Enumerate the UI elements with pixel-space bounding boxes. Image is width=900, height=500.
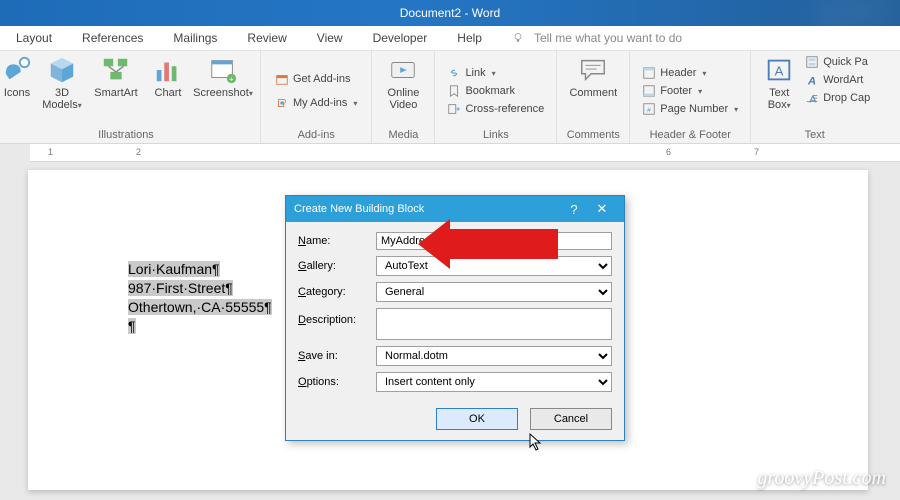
gallery-select[interactable]: AutoText	[376, 256, 612, 276]
create-building-block-dialog: Create New Building Block ? ✕ Name: Gall…	[285, 195, 625, 441]
description-input[interactable]	[376, 308, 612, 340]
chart-button[interactable]: Chart	[148, 55, 188, 99]
bookmark-button[interactable]: Bookmark	[447, 84, 515, 98]
ribbon: Icons 3D Models▾ SmartArt Chart + Screen…	[0, 50, 900, 144]
my-addins-button[interactable]: My Add-ins▾	[275, 96, 357, 110]
dialog-title: Create New Building Block	[294, 203, 560, 215]
savein-label: Save in:	[298, 350, 376, 362]
category-label: Category:	[298, 286, 376, 298]
group-media: Online Video Media	[372, 51, 435, 143]
cube-icon	[47, 55, 77, 85]
screenshot-icon: +	[208, 55, 238, 85]
titlebar-decoration	[720, 0, 900, 26]
tab-view[interactable]: View	[311, 27, 349, 49]
group-text: A Text Box▾ Quick Pa A WordArt A Drop Ca…	[751, 51, 878, 143]
group-links: Link▾ Bookmark Cross-reference Links	[435, 51, 557, 143]
options-select[interactable]: Insert content only	[376, 372, 612, 392]
description-label: Description:	[298, 308, 376, 326]
window-title: Document2 - Word	[400, 6, 500, 20]
group-comments: Comment Comments	[557, 51, 630, 143]
header-button[interactable]: Header▾	[642, 66, 706, 80]
savein-select[interactable]: Normal.dotm	[376, 346, 612, 366]
crossref-icon	[447, 102, 461, 116]
online-video-button[interactable]: Online Video	[380, 55, 426, 111]
dialog-titlebar[interactable]: Create New Building Block ? ✕	[286, 196, 624, 222]
group-header-footer: Header▾ Footer▾ # Page Number▾ Header & …	[630, 51, 751, 143]
svg-text:A: A	[775, 64, 784, 79]
quickparts-icon	[805, 55, 819, 69]
page-number-button[interactable]: # Page Number▾	[642, 102, 738, 116]
dropcap-button[interactable]: A Drop Cap	[805, 91, 870, 105]
icons-icon	[2, 55, 32, 85]
tab-help[interactable]: Help	[451, 27, 488, 49]
video-icon	[388, 55, 418, 85]
footer-button[interactable]: Footer▾	[642, 84, 702, 98]
icons-button[interactable]: Icons	[0, 55, 34, 99]
name-label: Name:	[298, 235, 376, 247]
header-icon	[642, 66, 656, 80]
svg-text:#: #	[647, 108, 651, 115]
pagenum-icon: #	[642, 102, 656, 116]
chart-icon	[153, 55, 183, 85]
name-input[interactable]	[376, 232, 612, 250]
get-addins-button[interactable]: Get Add-ins	[275, 72, 350, 86]
ok-button[interactable]: OK	[436, 408, 518, 430]
tell-me-search[interactable]: Tell me what you want to do	[506, 23, 694, 53]
lightbulb-icon	[512, 32, 524, 44]
svg-text:+: +	[229, 74, 234, 83]
link-button[interactable]: Link▾	[447, 66, 495, 80]
wordart-button[interactable]: A WordArt	[805, 73, 870, 87]
store-icon	[275, 72, 289, 86]
quick-parts-button[interactable]: Quick Pa	[805, 55, 870, 69]
cancel-button[interactable]: Cancel	[530, 408, 612, 430]
group-addins: Get Add-ins My Add-ins▾ Add-ins	[261, 51, 372, 143]
group-illustrations: Icons 3D Models▾ SmartArt Chart + Screen…	[0, 51, 261, 143]
ribbon-tabs: Layout References Mailings Review View D…	[0, 26, 900, 50]
tab-layout[interactable]: Layout	[10, 27, 58, 49]
bookmark-icon	[447, 84, 461, 98]
category-select[interactable]: General	[376, 282, 612, 302]
text-line-4: ¶	[128, 318, 136, 334]
cross-reference-button[interactable]: Cross-reference	[447, 102, 544, 116]
gallery-label: Gallery:	[298, 260, 376, 272]
tab-review[interactable]: Review	[241, 27, 292, 49]
smartart-icon	[101, 55, 131, 85]
text-line-2: 987·First·Street¶	[128, 280, 233, 296]
textbox-icon: A	[764, 55, 794, 85]
options-label: Options:	[298, 376, 376, 388]
tab-developer[interactable]: Developer	[367, 27, 434, 49]
dropcap-icon: A	[805, 91, 819, 105]
dialog-close-button[interactable]: ✕	[588, 201, 616, 217]
screenshot-button[interactable]: + Screenshot▾	[194, 55, 252, 100]
watermark: groovyPost.com	[757, 467, 886, 490]
tab-references[interactable]: References	[76, 27, 149, 49]
textbox-button[interactable]: A Text Box▾	[759, 55, 799, 112]
3d-models-button[interactable]: 3D Models▾	[40, 55, 84, 112]
horizontal-ruler[interactable]: 1 2 6 7	[0, 144, 900, 162]
link-icon	[447, 66, 461, 80]
tab-mailings[interactable]: Mailings	[167, 27, 223, 49]
svg-text:A: A	[807, 75, 816, 87]
window-titlebar: Document2 - Word	[0, 0, 900, 26]
wordart-icon: A	[805, 73, 819, 87]
dialog-help-button[interactable]: ?	[560, 202, 588, 217]
addins-icon	[275, 96, 289, 110]
comment-icon	[578, 55, 608, 85]
smartart-button[interactable]: SmartArt	[90, 55, 142, 99]
text-line-1: Lori·Kaufman¶	[128, 261, 220, 277]
footer-icon	[642, 84, 656, 98]
text-line-3: Othertown,·CA·55555¶	[128, 299, 272, 315]
comment-button[interactable]: Comment	[565, 55, 621, 99]
